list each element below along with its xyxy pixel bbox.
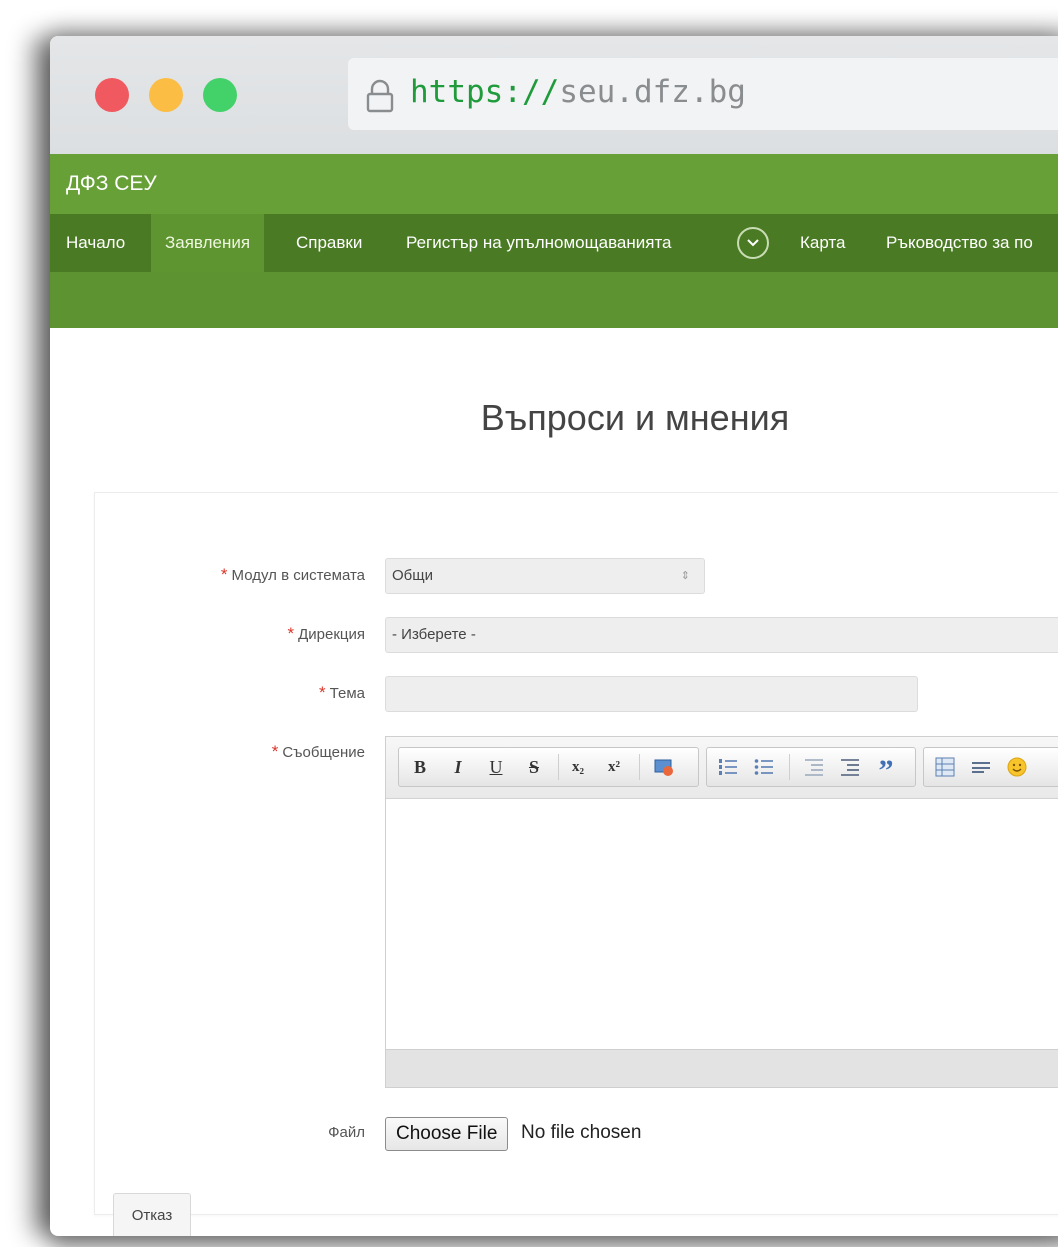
module-select-value: Общи xyxy=(392,567,433,584)
topic-label: * Тема xyxy=(319,683,365,703)
direction-label: * Дирекция xyxy=(287,624,365,644)
maximize-window-button[interactable] xyxy=(203,78,237,112)
site-brand[interactable]: ДФЗ СЕУ xyxy=(66,171,157,197)
toolbar-separator xyxy=(558,754,559,780)
topic-label-row: * Тема xyxy=(95,683,365,705)
table-icon[interactable] xyxy=(934,756,956,778)
horizontal-rule-glyph xyxy=(972,762,990,773)
outdent-icon[interactable] xyxy=(803,756,825,778)
editor-status-bar xyxy=(386,1049,1058,1087)
module-label-text: Модул в системата xyxy=(231,567,365,584)
toolbar-group-basic: B I U S x₂ x² xyxy=(398,747,699,787)
strike-button[interactable]: S xyxy=(523,756,545,778)
choose-file-button[interactable]: Choose File xyxy=(385,1117,509,1151)
file-label-row: Файл xyxy=(95,1124,365,1146)
url-text: https://seu.dfz.bg xyxy=(410,72,746,112)
direction-label-row: * Дирекция xyxy=(95,624,365,646)
required-marker: * xyxy=(287,624,295,643)
module-label: * Модул в системата xyxy=(221,565,365,585)
smiley-icon[interactable] xyxy=(1006,756,1028,778)
numbered-list-glyph xyxy=(719,759,737,775)
direction-select[interactable]: - Изберете - xyxy=(385,617,1058,653)
required-marker: * xyxy=(319,683,326,702)
bullet-list-glyph xyxy=(754,759,773,775)
required-marker: * xyxy=(220,565,228,584)
sub-header xyxy=(50,272,1058,328)
topic-input[interactable] xyxy=(385,676,918,712)
indent-glyph xyxy=(841,759,859,776)
address-bar[interactable]: https://seu.dfz.bg xyxy=(348,58,1058,130)
message-label: * Съобщение xyxy=(272,742,365,762)
file-status: No file chosen xyxy=(521,1122,642,1143)
required-marker: * xyxy=(271,742,279,761)
subscript-button[interactable]: x₂ xyxy=(567,756,589,778)
site-header: ДФЗ СЕУ xyxy=(50,154,1058,214)
chevron-down-glyph xyxy=(747,239,759,247)
nav-item-applications[interactable]: Заявления xyxy=(151,214,265,272)
toolbar-separator xyxy=(789,754,790,780)
form-panel: * Модул в системата Общи ⇕ * Дирекция - Из… xyxy=(94,492,1058,1236)
nav-item-reports[interactable]: Справки xyxy=(296,214,362,272)
browser-chrome: https://seu.dfz.bg xyxy=(50,36,1058,154)
outdent-glyph xyxy=(805,759,823,776)
page-title: Въпроси и мнения xyxy=(480,397,790,438)
module-label-row: * Модул в системата xyxy=(95,565,365,587)
cancel-button[interactable]: Отказ xyxy=(113,1193,191,1236)
underline-button[interactable]: U xyxy=(485,756,507,778)
main-nav: Начало Заявления Справки Регистър на упъ… xyxy=(50,214,1058,272)
italic-button[interactable]: I xyxy=(447,756,469,778)
remove-format-icon[interactable] xyxy=(653,756,675,778)
file-label: Файл xyxy=(328,1124,365,1141)
select-arrows-icon: ⇕ xyxy=(680,570,690,582)
chevron-down-icon[interactable] xyxy=(737,227,769,259)
remove-format-glyph xyxy=(654,759,673,776)
numbered-list-icon[interactable] xyxy=(717,756,739,778)
indent-icon[interactable] xyxy=(839,756,861,778)
direction-select-value: - Изберете - xyxy=(392,626,476,643)
direction-label-text: Дирекция xyxy=(298,626,365,643)
url-host: seu.dfz.bg xyxy=(559,74,746,110)
nav-item-home[interactable]: Начало xyxy=(66,214,125,272)
nav-item-guide[interactable]: Ръководство за по xyxy=(886,214,1033,272)
message-label-row: * Съобщение xyxy=(95,742,365,764)
bullet-list-icon[interactable] xyxy=(753,756,775,778)
horizontal-rule-icon[interactable] xyxy=(970,756,992,778)
minimize-window-button[interactable] xyxy=(149,78,183,112)
message-label-text: Съобщение xyxy=(282,744,365,761)
blockquote-button[interactable]: ” xyxy=(875,756,897,786)
toolbar-group-lists: ” xyxy=(706,747,916,787)
toolbar-group-insert xyxy=(923,747,1058,787)
superscript-button[interactable]: x² xyxy=(603,756,625,778)
module-select[interactable]: Общи ⇕ xyxy=(385,558,705,594)
browser-window: https://seu.dfz.bg ДФЗ СЕУ Начало Заявле… xyxy=(50,36,1058,1236)
url-protocol: https:// xyxy=(410,74,560,110)
bold-button[interactable]: B xyxy=(409,756,431,778)
topic-label-text: Тема xyxy=(329,685,365,702)
nav-item-authorizations[interactable]: Регистър на упълномощаванията xyxy=(406,214,672,272)
message-editor: B I U S x₂ x² ” xyxy=(385,736,1058,1088)
toolbar-separator xyxy=(639,754,640,780)
nav-item-map[interactable]: Карта xyxy=(800,214,846,272)
editor-toolbar: B I U S x₂ x² ” xyxy=(386,737,1058,799)
smiley-glyph xyxy=(1007,757,1027,777)
table-glyph xyxy=(935,757,955,777)
lock-icon xyxy=(366,79,394,113)
close-window-button[interactable] xyxy=(95,78,129,112)
